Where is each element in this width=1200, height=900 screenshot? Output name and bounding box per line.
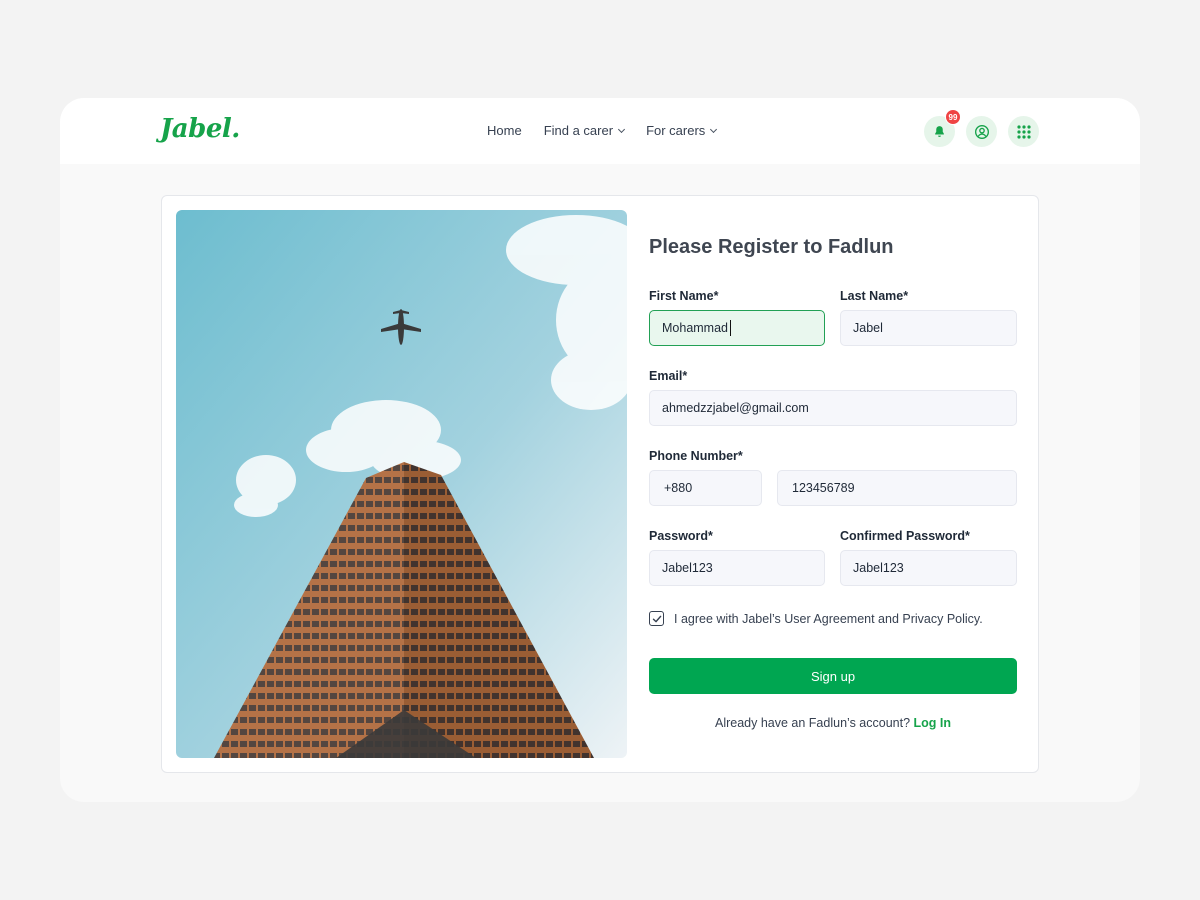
chevron-down-icon xyxy=(618,125,626,133)
form-title: Please Register to Fadlun xyxy=(649,236,894,258)
check-icon xyxy=(652,615,661,622)
password-value: Jabel123 xyxy=(662,561,713,575)
skyscraper-airplane-image xyxy=(176,210,627,758)
nav-for-carers-label: For carers xyxy=(646,123,706,138)
last-name-input[interactable]: Jabel xyxy=(840,310,1017,346)
phone-input[interactable]: 123456789 xyxy=(777,470,1017,506)
login-prompt: Already have an Fadlun’s account? Log In xyxy=(649,716,1017,730)
register-card: Please Register to Fadlun First Name* Mo… xyxy=(161,195,1039,773)
password-input[interactable]: Jabel123 xyxy=(649,550,825,586)
first-name-input[interactable]: Mohammad xyxy=(649,310,825,346)
bell-icon xyxy=(935,126,944,137)
user-circle-icon xyxy=(974,124,989,139)
profile-button[interactable] xyxy=(966,116,997,147)
nav-find-carer-label: Find a carer xyxy=(543,123,614,138)
nav-home[interactable]: Home xyxy=(487,123,522,138)
nav-home-label: Home xyxy=(487,123,522,138)
apps-menu-button[interactable] xyxy=(1008,116,1039,147)
first-name-label: First Name* xyxy=(649,289,719,303)
agreement-text: I agree with Jabel’s User Agreement and … xyxy=(674,611,983,626)
signup-label: Sign up xyxy=(810,668,856,684)
country-code-value: +880 xyxy=(664,481,693,495)
chevron-down-icon xyxy=(710,125,718,133)
password-label: Password* xyxy=(649,529,713,543)
hero-image xyxy=(176,210,627,758)
notifications-button[interactable]: 99 xyxy=(924,109,961,147)
first-name-value: Mohammad xyxy=(662,321,728,335)
email-value: ahmedzzjabel@gmail.com xyxy=(662,401,809,415)
phone-label: Phone Number* xyxy=(649,449,743,463)
login-prompt-text: Already have an Fadlun’s account? xyxy=(714,716,911,730)
last-name-label: Last Name* xyxy=(840,289,909,303)
brand-logo[interactable]: Jabel. xyxy=(160,114,240,144)
main-nav: Home Find a carer For carers xyxy=(487,123,718,138)
confirm-password-input[interactable]: Jabel123 xyxy=(840,550,1017,586)
nav-find-carer[interactable]: Find a carer xyxy=(543,123,626,138)
grid-icon xyxy=(1016,124,1031,139)
email-label: Email* xyxy=(649,369,688,383)
country-code-input[interactable]: +880 xyxy=(649,470,762,506)
phone-value: 123456789 xyxy=(792,481,855,495)
login-link[interactable]: Log In xyxy=(914,716,952,730)
agreement-checkbox[interactable] xyxy=(649,611,664,626)
last-name-value: Jabel xyxy=(853,321,883,335)
confirm-password-value: Jabel123 xyxy=(853,561,904,575)
top-navbar: Jabel. Home Find a carer For carers 99 xyxy=(60,98,1140,164)
confirm-password-label: Confirmed Password* xyxy=(840,529,970,543)
notification-badge: 99 xyxy=(945,109,961,125)
text-caret xyxy=(730,320,731,336)
signup-button[interactable]: Sign up xyxy=(649,658,1017,694)
email-input[interactable]: ahmedzzjabel@gmail.com xyxy=(649,390,1017,426)
agreement-row: I agree with Jabel’s User Agreement and … xyxy=(649,611,983,626)
nav-for-carers[interactable]: For carers xyxy=(646,123,718,138)
app-window: Jabel. Home Find a carer For carers 99 P… xyxy=(60,98,1140,802)
